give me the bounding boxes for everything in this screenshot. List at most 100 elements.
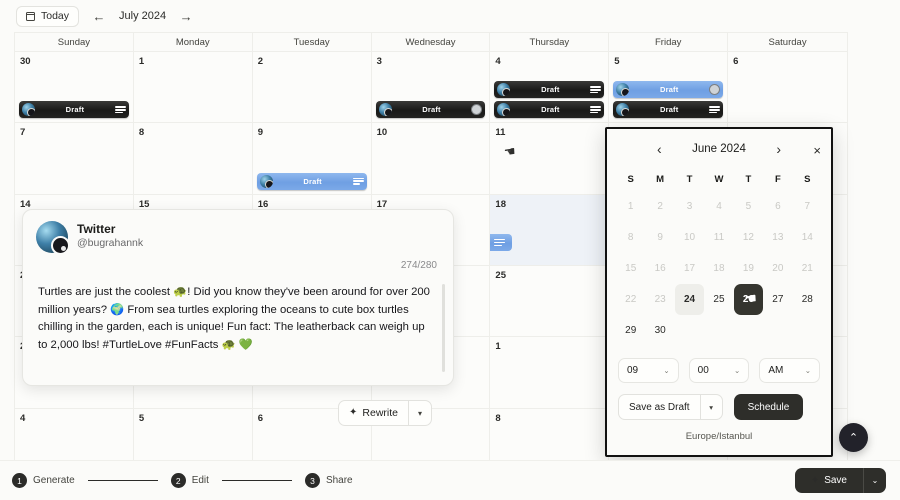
dp-day-26[interactable]: 26 ☚: [733, 284, 764, 315]
save-as-draft-dropdown-button[interactable]: ▾: [701, 395, 722, 419]
dp-day-7[interactable]: 7: [793, 191, 822, 222]
menu-icon[interactable]: [352, 176, 364, 187]
media-icon[interactable]: [709, 84, 721, 96]
dp-day-12[interactable]: 12: [734, 222, 763, 253]
draft-event-pill-partial[interactable]: [490, 234, 513, 251]
calendar-day-cell[interactable]: 4 Draft Draft: [490, 52, 610, 124]
dp-day-5[interactable]: 5: [734, 191, 763, 222]
prev-month-arrow-icon[interactable]: ←: [91, 10, 107, 23]
menu-icon[interactable]: [493, 237, 505, 248]
event-avatar: [616, 103, 630, 117]
menu-icon[interactable]: [709, 104, 721, 115]
dp-day-13[interactable]: 13: [763, 222, 792, 253]
dp-day-10[interactable]: 10: [675, 222, 704, 253]
draft-event-pill[interactable]: Draft: [494, 81, 605, 99]
dp-day-19[interactable]: 19: [734, 253, 763, 284]
dp-day-1[interactable]: 1: [616, 191, 645, 222]
rewrite-button[interactable]: ✦ Rewrite: [339, 401, 409, 425]
calendar-day-cell[interactable]: 18: [490, 194, 610, 266]
calendar-day-cell[interactable]: 3 Draft: [371, 52, 491, 124]
day-events: Draft: [375, 101, 486, 119]
dp-day-14[interactable]: 14: [793, 222, 822, 253]
minute-select[interactable]: 00 ⌄: [688, 358, 750, 383]
step-number: 2: [170, 473, 186, 488]
wizard-step-generate[interactable]: 1 Generate: [12, 473, 75, 488]
calendar-day-cell[interactable]: 10: [371, 123, 491, 195]
dp-day-23[interactable]: 23: [645, 284, 674, 315]
draft-event-pill[interactable]: Draft: [19, 101, 129, 119]
dp-day-24[interactable]: 24: [674, 284, 705, 315]
dp-day-empty: [675, 315, 704, 346]
calendar-day-cell[interactable]: 7: [15, 123, 134, 195]
save-as-draft-button[interactable]: Save as Draft: [619, 395, 701, 419]
day-number: 15: [138, 198, 150, 210]
timezone-label: Europe/Istanbul: [685, 431, 753, 442]
today-button[interactable]: Today: [16, 5, 80, 27]
save-button[interactable]: ✦ Save: [795, 468, 864, 493]
dp-day-2[interactable]: 2: [645, 191, 674, 222]
compose-textarea[interactable]: Turtles are just the coolest 🐢! Did you …: [38, 284, 435, 354]
chevron-down-icon: ⌄: [663, 366, 670, 375]
compose-scrollbar[interactable]: [442, 284, 445, 372]
day-number: 8: [138, 127, 145, 139]
dp-day-6[interactable]: 6: [763, 191, 792, 222]
wizard-step-share[interactable]: 3 Share: [304, 473, 353, 488]
dp-day-25[interactable]: 25: [704, 284, 733, 315]
menu-icon[interactable]: [590, 84, 602, 95]
media-icon[interactable]: [471, 104, 483, 116]
dp-day-30[interactable]: 30: [645, 315, 674, 346]
calendar-day-cell[interactable]: 6: [728, 52, 847, 124]
step-label: Generate: [33, 475, 75, 486]
close-icon[interactable]: ×: [813, 143, 821, 158]
menu-icon[interactable]: [114, 104, 126, 115]
event-avatar: [259, 174, 273, 188]
save-as-draft-group: Save as Draft ▾: [618, 394, 723, 420]
hour-select[interactable]: 09 ⌄: [618, 358, 679, 383]
calendar-day-cell[interactable]: 30 Draft: [15, 52, 134, 124]
dp-day-9[interactable]: 9: [645, 222, 674, 253]
dp-day-8[interactable]: 8: [616, 222, 645, 253]
calendar-day-cell[interactable]: 25: [490, 266, 610, 338]
calendar-day-cell[interactable]: 2: [252, 52, 372, 124]
dp-day-27[interactable]: 27: [763, 284, 792, 315]
draft-event-pill[interactable]: Draft: [613, 101, 724, 119]
calendar-day-cell[interactable]: 5 Draft Draft: [609, 52, 729, 124]
dp-day-4[interactable]: 4: [704, 191, 733, 222]
dp-day-16[interactable]: 16: [645, 253, 674, 284]
dp-day-17[interactable]: 17: [675, 253, 704, 284]
scroll-to-top-button[interactable]: ⌃: [839, 423, 868, 452]
schedule-button[interactable]: Schedule: [733, 394, 804, 420]
wizard-step-edit[interactable]: 2 Edit: [170, 473, 209, 488]
dp-day-22[interactable]: 22: [616, 284, 645, 315]
dp-weekday-initial: T: [745, 174, 752, 185]
calendar-day-cell[interactable]: 9 Draft: [252, 123, 372, 195]
draft-event-pill[interactable]: Draft: [613, 81, 724, 99]
dp-day-29[interactable]: 29: [616, 315, 645, 346]
dp-day-11[interactable]: 11: [704, 222, 733, 253]
dp-day-20[interactable]: 20: [763, 253, 792, 284]
chevron-left-icon[interactable]: ‹: [657, 141, 662, 157]
dp-day-empty: [734, 315, 763, 346]
calendar-day-cell[interactable]: 1: [133, 52, 253, 124]
dp-day-28[interactable]: 28: [793, 284, 822, 315]
dp-day-21[interactable]: 21: [793, 253, 822, 284]
draft-event-pill[interactable]: Draft: [375, 101, 486, 119]
dp-day-3[interactable]: 3: [675, 191, 704, 222]
meridiem-select[interactable]: AM ⌄: [759, 358, 821, 383]
calendar-day-cell[interactable]: 1: [490, 337, 610, 409]
save-dropdown-button[interactable]: ⌄: [864, 468, 886, 493]
save-button-group: ✦ Save ⌄: [794, 468, 886, 493]
step-number: 3: [304, 473, 320, 488]
dp-day-15[interactable]: 15: [616, 253, 645, 284]
next-month-arrow-icon[interactable]: →: [178, 10, 194, 23]
draft-event-pill[interactable]: Draft: [494, 101, 605, 119]
calendar-day-cell[interactable]: 11 ☚: [490, 123, 610, 195]
calendar-day-cell[interactable]: 8: [133, 123, 253, 195]
draft-event-pill[interactable]: Draft: [256, 172, 367, 190]
rewrite-dropdown-button[interactable]: ▾: [409, 401, 431, 425]
chevron-right-icon[interactable]: ›: [776, 141, 781, 157]
dp-day-18[interactable]: 18: [704, 253, 733, 284]
day-number: 6: [733, 56, 739, 67]
avatar: [36, 221, 70, 255]
menu-icon[interactable]: [590, 104, 602, 115]
